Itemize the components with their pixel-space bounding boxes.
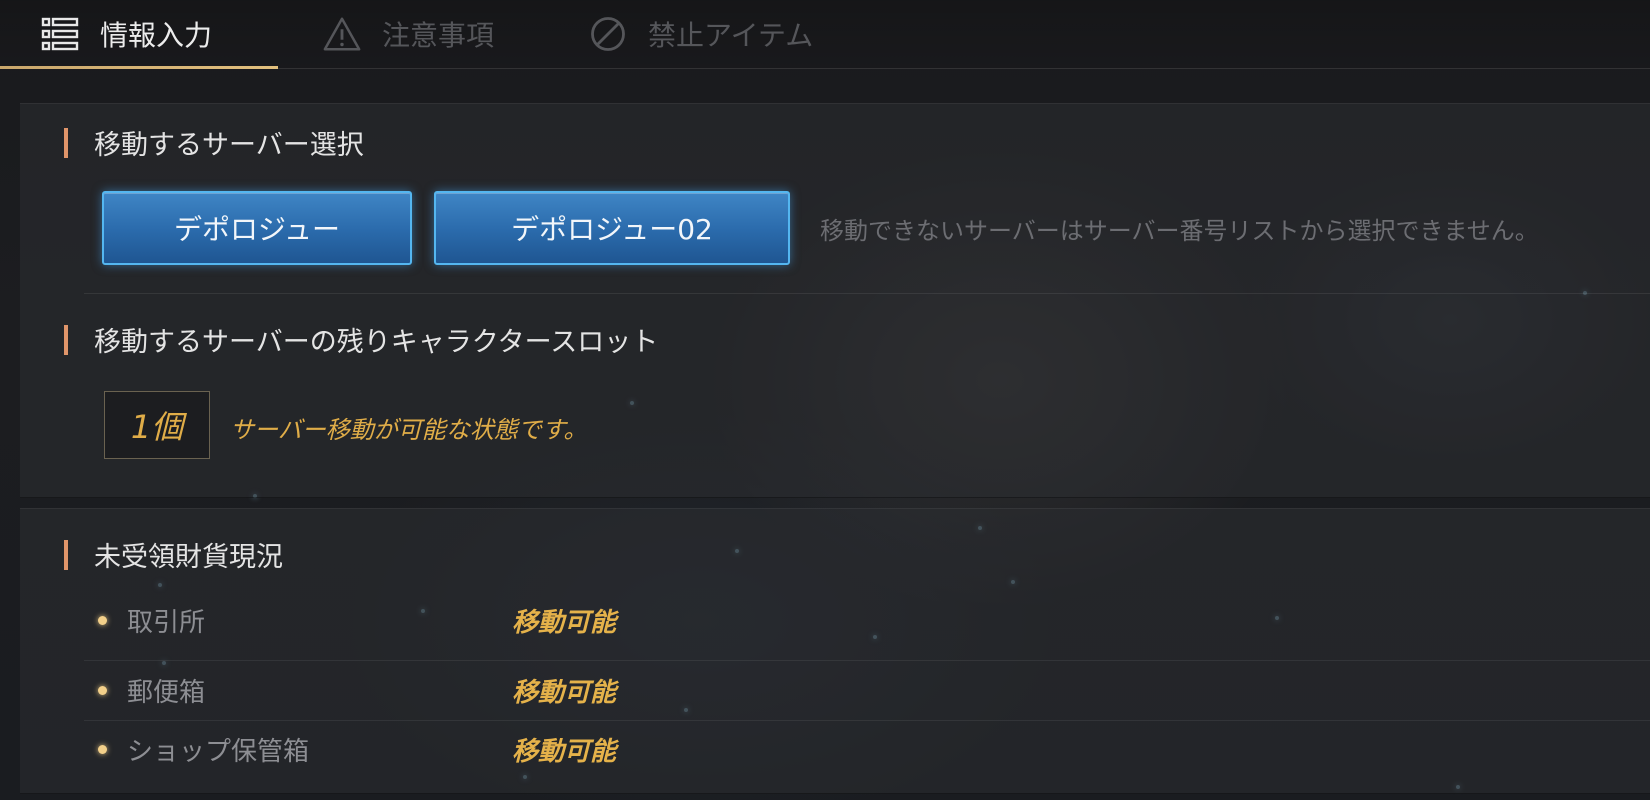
currency-value: 移動可能 [512, 736, 617, 767]
currency-row-mailbox: 郵便箱 移動可能 [84, 661, 1650, 719]
section-title-server-select: 移動するサーバー選択 [64, 123, 364, 162]
currency-label: 郵便箱 [127, 677, 206, 708]
server-button-deporojyu-02[interactable]: デポロジュー02 [434, 191, 790, 265]
currency-label: 取引所 [127, 607, 206, 638]
tab-prohibited-items[interactable]: 禁止アイテム [588, 0, 813, 68]
currency-row-exchange: 取引所 移動可能 [84, 591, 1650, 649]
tab-bar: 情報入力 注意事項 禁止アイテム [0, 0, 1650, 69]
currency-value: 移動可能 [512, 607, 617, 638]
section-marker [64, 539, 68, 570]
server-select-note: 移動できないサーバーはサーバー番号リストから選択できません。 [820, 217, 1539, 245]
section-marker [64, 127, 68, 158]
section-title-text: 未受領財貨現況 [94, 542, 283, 573]
server-button-deporojyu[interactable]: デポロジュー [102, 191, 412, 265]
tab-label: 禁止アイテム [648, 19, 814, 52]
tab-label: 情報入力 [100, 19, 213, 52]
currency-label: ショップ保管箱 [127, 736, 310, 767]
tab-label: 注意事項 [382, 19, 495, 52]
section-title-character-slots: 移動するサーバーの残りキャラクタースロット [64, 320, 658, 359]
server-info-panel: 移動するサーバー選択 デポロジュー デポロジュー02 移動できないサーバーはサー… [20, 103, 1650, 498]
section-title-text: 移動するサーバー選択 [94, 130, 364, 161]
currency-value: 移動可能 [512, 677, 617, 708]
prohibited-icon [588, 14, 628, 54]
section-divider [84, 293, 1650, 294]
section-title-currency: 未受領財貨現況 [64, 535, 283, 574]
section-marker [64, 324, 68, 355]
slot-count-box: 1個 [104, 391, 210, 459]
slot-status-text: サーバー移動が可能な状態です。 [230, 416, 588, 444]
warning-icon [322, 14, 362, 54]
bullet-icon [98, 744, 107, 754]
currency-row-shop-storage: ショップ保管箱 移動可能 [84, 720, 1650, 778]
bullet-icon [98, 615, 107, 625]
list-icon [40, 14, 80, 54]
section-title-text: 移動するサーバーの残りキャラクタースロット [94, 327, 659, 358]
currency-status-panel: 未受領財貨現況 取引所 移動可能 郵便箱 移動可能 ショップ保管箱 移動可能 [20, 508, 1650, 794]
bullet-icon [98, 685, 107, 695]
active-tab-indicator [0, 66, 278, 69]
tab-info-input[interactable]: 情報入力 [40, 0, 212, 68]
tab-notes[interactable]: 注意事項 [322, 0, 494, 68]
